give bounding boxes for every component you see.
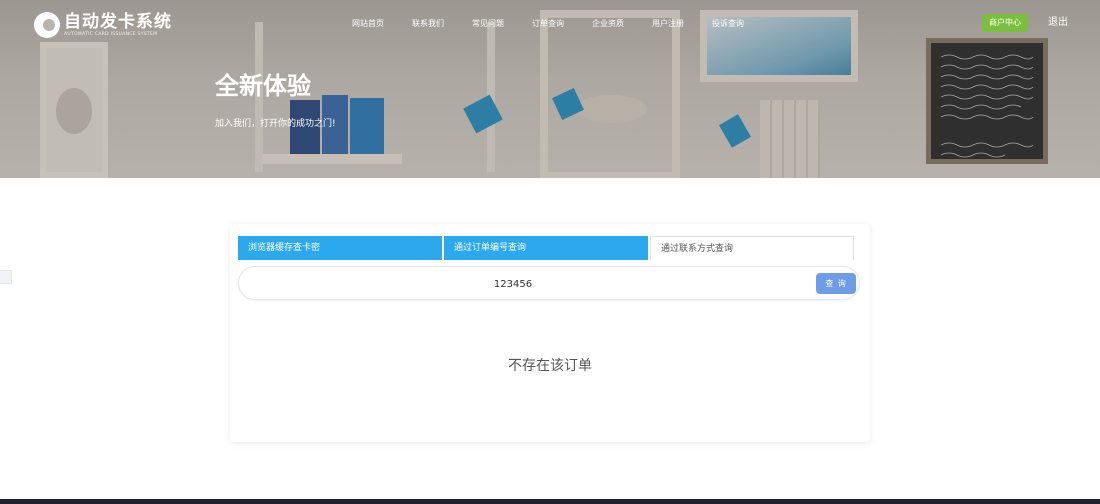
nav-faq[interactable]: 常见问题 <box>472 16 504 32</box>
contact-query-input[interactable] <box>253 273 773 295</box>
tab-order-number[interactable]: 通过订单编号查询 <box>444 236 648 260</box>
nav-register[interactable]: 用户注册 <box>652 16 684 32</box>
query-result-message: 不存在该订单 <box>508 358 592 374</box>
nav-order-query[interactable]: 订单查询 <box>532 16 564 32</box>
hero-title: 全新体验 <box>215 72 311 100</box>
nav-home[interactable]: 网站首页 <box>352 16 384 32</box>
main-nav: 网站首页 联系我们 常见问题 订单查询 企业资质 用户注册 投诉查询 <box>352 16 772 32</box>
site-logo[interactable]: 自动发卡系统 AUTOMATIC CARD ISSUANCE SYSTEM <box>34 10 172 40</box>
logo-title: 自动发卡系统 <box>64 11 172 32</box>
query-button[interactable]: 查 询 <box>816 273 856 294</box>
footer-bar <box>0 499 1100 504</box>
logo-icon <box>34 12 60 38</box>
logout-link[interactable]: 退出 <box>1048 14 1068 32</box>
merchant-center-button[interactable]: 商户中心 <box>982 14 1028 32</box>
query-tabs: 浏览器缓存查卡密 通过订单编号查询 通过联系方式查询 <box>238 236 854 260</box>
tab-contact-method[interactable]: 通过联系方式查询 <box>650 236 854 260</box>
logo-subtitle: AUTOMATIC CARD ISSUANCE SYSTEM <box>64 31 158 37</box>
nav-contact[interactable]: 联系我们 <box>412 16 444 32</box>
search-box: 查 询 <box>238 266 860 300</box>
order-query-card: 浏览器缓存查卡密 通过订单编号查询 通过联系方式查询 查 询 不存在该订单 <box>230 224 870 442</box>
hero-banner: 自动发卡系统 AUTOMATIC CARD ISSUANCE SYSTEM 网站… <box>0 0 1100 178</box>
hero-subtitle: 加入我们，打开你的成功之门! <box>215 119 336 129</box>
side-toggle-tab[interactable] <box>0 270 12 284</box>
tab-browser-cache[interactable]: 浏览器缓存查卡密 <box>238 236 442 260</box>
nav-complaint[interactable]: 投诉查询 <box>712 16 744 32</box>
nav-qualification[interactable]: 企业资质 <box>592 16 624 32</box>
